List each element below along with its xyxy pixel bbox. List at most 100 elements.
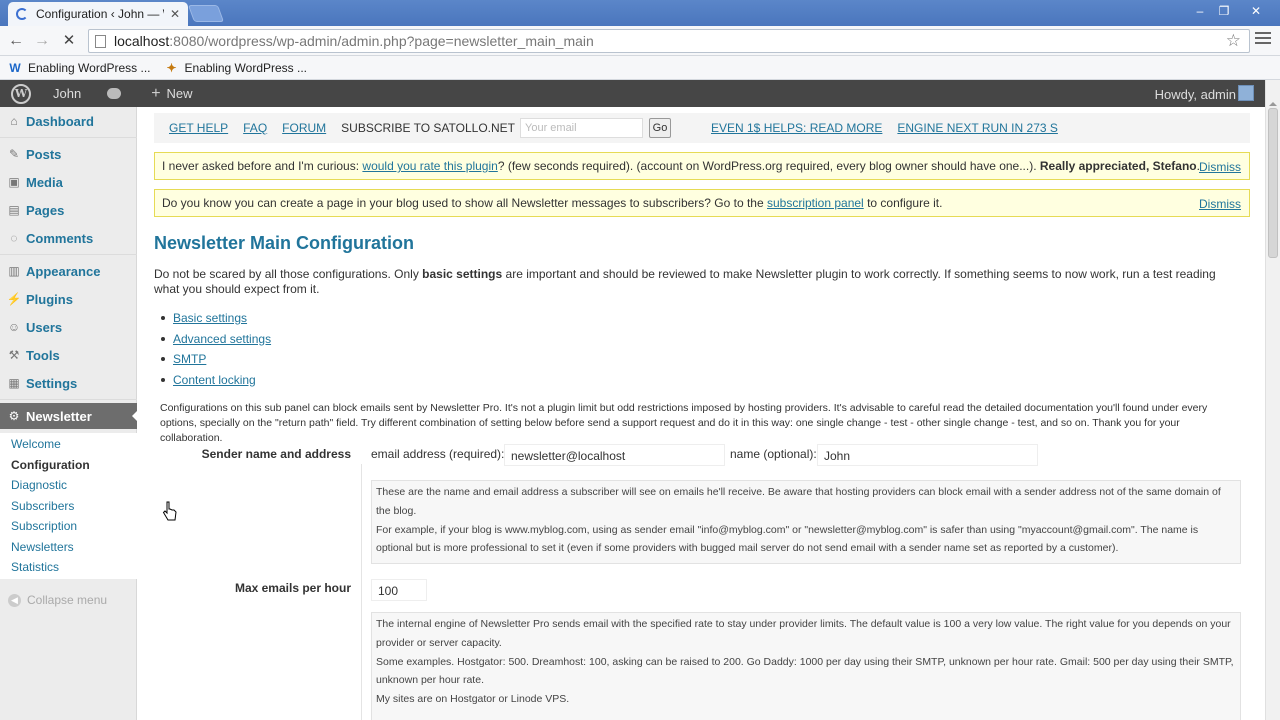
bookmark-star-icon[interactable]: ☆	[1226, 31, 1241, 51]
sidebar-item-label: Pages	[26, 202, 65, 218]
gear-icon: ⚙	[8, 409, 20, 423]
max-emails-per-hour-field[interactable]: 100	[371, 579, 427, 601]
scroll-up-arrow-icon[interactable]	[1269, 98, 1277, 106]
bookmark-item[interactable]: ✦ Enabling WordPress ...	[165, 60, 307, 75]
smtp-link[interactable]: SMTP	[173, 352, 206, 366]
submenu-item-newsletters[interactable]: Newsletters	[11, 540, 74, 554]
subscription-panel-link[interactable]: subscription panel	[767, 196, 864, 210]
bookmarks-bar: W Enabling WordPress ... ✦ Enabling Word…	[0, 56, 1280, 80]
list-item: Content locking	[159, 373, 271, 394]
howdy-account-menu[interactable]: Howdy, admin	[1155, 87, 1236, 102]
sidebar-item-appearance[interactable]: ▥ Appearance	[0, 259, 137, 283]
submenu-item-diagnostic[interactable]: Diagnostic	[11, 478, 67, 492]
menu-separator	[0, 137, 137, 138]
loading-spinner-icon	[16, 8, 28, 20]
faq-link[interactable]: FAQ	[243, 121, 267, 135]
sidebar-item-label: Users	[26, 319, 63, 335]
close-window-icon[interactable]: ✕	[1245, 2, 1267, 20]
pages-icon: ▤	[8, 203, 20, 217]
list-item: Basic settings	[159, 311, 271, 332]
intro-emphasis: basic settings	[422, 267, 503, 281]
hint-paragraph: Some examples. Hostgator: 500. Dreamhost…	[376, 655, 1234, 687]
intro-text-part: Do not be scared by all those configurat…	[154, 267, 423, 281]
lightbulb-icon: ✦	[166, 60, 177, 75]
newsletter-submenu: Welcome Configuration Diagnostic Subscri…	[0, 433, 137, 579]
sidebar-item-label: Media	[26, 174, 63, 190]
browser-tab-bar: Configuration ‹ John — W ✕ – ❐ ✕	[0, 0, 1280, 26]
minimize-window-icon[interactable]: –	[1189, 2, 1211, 20]
site-name-link[interactable]: John	[53, 86, 81, 101]
new-tab-button[interactable]	[187, 5, 225, 22]
submenu-item-subscribers[interactable]: Subscribers	[11, 499, 74, 513]
submenu-item-subscription[interactable]: Subscription	[11, 519, 77, 533]
donate-link[interactable]: EVEN 1$ HELPS: READ MORE	[711, 121, 882, 135]
rate-plugin-notice: I never asked before and I'm curious: wo…	[154, 152, 1250, 180]
avatar[interactable]	[1238, 85, 1254, 101]
notice-text: Do you know you can create a page in you…	[162, 196, 942, 210]
sidebar-item-label: Settings	[26, 375, 78, 391]
sidebar-item-tools[interactable]: ⚒ Tools	[0, 343, 137, 367]
main-content: GET HELP FAQ FORUM SUBSCRIBE TO SATOLLO.…	[137, 107, 1265, 720]
sidebar-item-pages[interactable]: ▤ Pages	[0, 198, 137, 222]
back-arrow-icon[interactable]: ←	[5, 30, 27, 52]
new-content-menu[interactable]: + New	[151, 85, 192, 103]
address-bar[interactable]: localhost:8080/wordpress/wp-admin/admin.…	[88, 29, 1250, 53]
notice-text: I never asked before and I'm curious: wo…	[162, 159, 1200, 173]
sender-name-label: name (optional):	[730, 447, 817, 461]
bookmark-item[interactable]: W Enabling WordPress ...	[8, 60, 151, 75]
close-tab-icon[interactable]: ✕	[170, 7, 180, 21]
sidebar-item-comments[interactable]: ◌ Comments	[0, 226, 137, 250]
scrollbar-thumb[interactable]	[1268, 108, 1278, 258]
content-locking-link[interactable]: Content locking	[173, 373, 256, 387]
wordpress-com-icon: W	[9, 60, 21, 75]
sidebar-item-posts[interactable]: ✎ Posts	[0, 142, 137, 166]
maximize-window-icon[interactable]: ❐	[1213, 2, 1235, 20]
intro-text: Do not be scared by all those configurat…	[154, 267, 1234, 297]
submenu-item-configuration[interactable]: Configuration	[11, 458, 90, 472]
sidebar-item-media[interactable]: ▣ Media	[0, 170, 137, 194]
hint-paragraph: For example, if your blog is www.myblog.…	[376, 523, 1199, 555]
browser-menu-icon[interactable]	[1255, 32, 1271, 48]
browser-tab[interactable]: Configuration ‹ John — W ✕	[8, 2, 188, 26]
comments-bubble-icon[interactable]	[107, 88, 122, 99]
page-icon	[95, 34, 106, 48]
sidebar-item-users[interactable]: ☺ Users	[0, 315, 137, 339]
sidebar-item-dashboard[interactable]: ⌂ Dashboard	[0, 109, 137, 133]
sidebar-item-plugins[interactable]: ⚡ Plugins	[0, 287, 137, 311]
page-scrollbar[interactable]	[1265, 80, 1280, 720]
collapse-menu-button[interactable]: ◀ Collapse menu	[8, 593, 107, 607]
subscribe-go-button[interactable]: Go	[649, 118, 671, 138]
hint-paragraph: My sites are on Hostgator or Linode VPS.	[376, 693, 570, 706]
plugin-top-bar: GET HELP FAQ FORUM SUBSCRIBE TO SATOLLO.…	[154, 113, 1250, 143]
bookmark-label: Enabling WordPress ...	[28, 60, 151, 75]
sender-email-field[interactable]: newsletter@localhost	[504, 444, 725, 466]
get-help-link[interactable]: GET HELP	[169, 121, 228, 135]
dismiss-link[interactable]: Dismiss	[1199, 160, 1241, 174]
subscribe-email-input[interactable]: Your email	[520, 118, 643, 138]
admin-sidebar: ⌂ Dashboard ✎ Posts ▣ Media ▤ Pages ◌ Comment…	[0, 107, 138, 720]
sender-name-field[interactable]: John	[817, 444, 1038, 466]
submenu-item-statistics[interactable]: Statistics	[11, 560, 59, 574]
hand-cursor-icon	[162, 501, 177, 521]
email-address-label: email address (required):	[371, 447, 505, 461]
basic-settings-link[interactable]: Basic settings	[173, 311, 247, 325]
sidebar-item-label: Posts	[26, 146, 62, 162]
rate-plugin-link[interactable]: would you rate this plugin	[362, 159, 497, 173]
collapse-label: Collapse menu	[27, 593, 108, 607]
forward-arrow-icon[interactable]: →	[31, 30, 53, 52]
collapse-arrow-icon: ◀	[8, 593, 21, 607]
submenu-item-welcome[interactable]: Welcome	[11, 437, 61, 451]
wordpress-logo-icon[interactable]: W	[11, 83, 31, 104]
sidebar-item-settings[interactable]: ▦ Settings	[0, 371, 137, 395]
sidebar-item-newsletter[interactable]: ⚙ Newsletter	[0, 403, 138, 429]
advanced-settings-link[interactable]: Advanced settings	[173, 332, 271, 346]
forum-link[interactable]: FORUM	[282, 121, 326, 135]
sender-hint-box: These are the name and email address a s…	[371, 480, 1241, 564]
url-path: :8080/wordpress/wp-admin/admin.php?page=…	[169, 33, 594, 49]
stop-loading-icon[interactable]: ✕	[58, 30, 80, 52]
settings-icon: ▦	[8, 376, 20, 390]
dismiss-link[interactable]: Dismiss	[1199, 197, 1241, 211]
max-emails-hint-box: The internal engine of Newsletter Pro se…	[371, 612, 1241, 720]
sender-row-label: Sender name and address	[201, 447, 351, 461]
engine-next-run-link[interactable]: ENGINE NEXT RUN IN 273 S	[897, 121, 1058, 135]
